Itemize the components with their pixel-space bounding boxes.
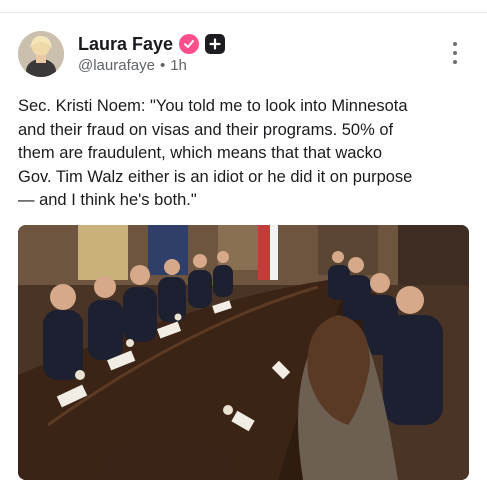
author-handle[interactable]: @laurafaye	[78, 57, 155, 74]
avatar-image	[18, 31, 64, 77]
plus-badge-icon	[205, 34, 226, 54]
more-vertical-icon[interactable]	[447, 42, 463, 64]
post-timestamp[interactable]: 1h	[170, 57, 187, 74]
cabinet-meeting-image	[18, 225, 469, 480]
verified-badge-icon	[179, 34, 200, 54]
avatar[interactable]	[18, 31, 64, 77]
author-meta: @laurafaye • 1h	[78, 57, 187, 74]
author-name[interactable]: Laura Faye	[78, 34, 173, 55]
author-row: Laura Faye	[78, 32, 226, 56]
post-media[interactable]	[18, 225, 469, 480]
meta-separator: •	[159, 57, 166, 74]
top-divider	[0, 12, 487, 13]
post-text: Sec. Kristi Noem: "You told me to look i…	[18, 97, 413, 209]
